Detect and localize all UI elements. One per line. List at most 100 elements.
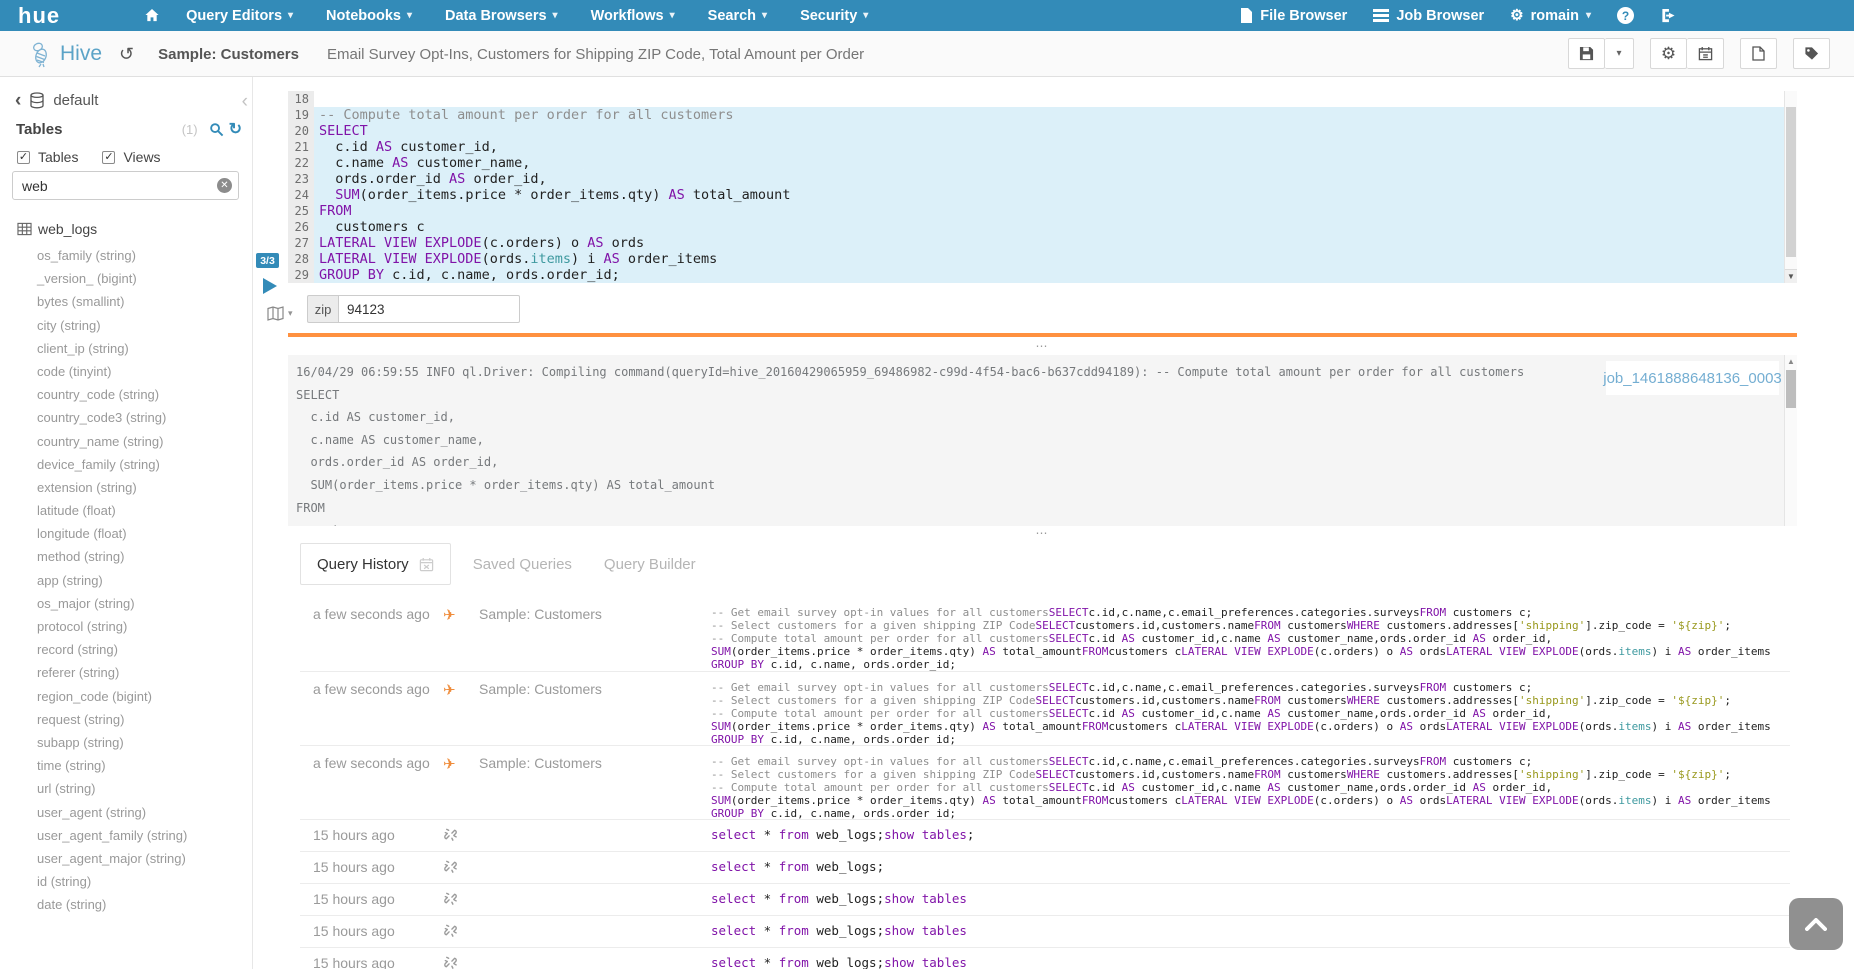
column-item[interactable]: record (string) bbox=[37, 638, 252, 661]
back-button[interactable]: ‹ bbox=[15, 91, 21, 110]
column-item[interactable]: device_family (string) bbox=[37, 453, 252, 476]
sql-token: GROUP BY bbox=[711, 658, 764, 671]
column-item[interactable]: request (string) bbox=[37, 708, 252, 731]
column-item[interactable]: region_code (bigint) bbox=[37, 685, 252, 708]
column-item[interactable]: code (tinyint) bbox=[37, 360, 252, 383]
column-item[interactable]: longitude (float) bbox=[37, 522, 252, 545]
column-item[interactable]: app (string) bbox=[37, 569, 252, 592]
table-name: web_logs bbox=[38, 221, 97, 237]
resize-handle[interactable]: ⋯ bbox=[288, 529, 1797, 539]
resize-handle[interactable]: ⋯ bbox=[288, 342, 1797, 352]
tab-saved-queries[interactable]: Saved Queries bbox=[457, 543, 588, 585]
column-item[interactable]: _version_ (bigint) bbox=[37, 267, 252, 290]
code-line[interactable]: 21 c.id AS customer_id, bbox=[288, 139, 1797, 155]
save-dropdown-button[interactable]: ▾ bbox=[1605, 38, 1634, 69]
new-query-button[interactable] bbox=[1740, 38, 1777, 69]
scroll-down-arrow[interactable]: ▼ bbox=[1785, 269, 1797, 283]
minimap-button[interactable]: ▾ bbox=[267, 306, 293, 321]
logout-button[interactable] bbox=[1660, 8, 1676, 23]
sql-token: FROM bbox=[1254, 768, 1281, 781]
query-history-icon[interactable]: ↺ bbox=[119, 44, 134, 65]
column-item[interactable]: user_agent_major (string) bbox=[37, 847, 252, 870]
file-browser-link[interactable]: File Browser bbox=[1240, 8, 1347, 24]
column-item[interactable]: date (string) bbox=[37, 893, 252, 916]
history-row[interactable]: a few seconds ago✈Sample: Customers-- Ge… bbox=[300, 597, 1790, 671]
code-line[interactable]: 29GROUP BY c.id, c.name, ords.order_id; bbox=[288, 267, 1797, 283]
column-item[interactable]: user_agent_family (string) bbox=[37, 824, 252, 847]
settings-button[interactable]: ⚙ bbox=[1650, 38, 1687, 69]
save-button[interactable] bbox=[1568, 38, 1605, 69]
column-item[interactable]: country_code3 (string) bbox=[37, 406, 252, 429]
history-row[interactable]: 15 hours ago select * from web_logs;show… bbox=[300, 819, 1790, 851]
scrollbar-thumb[interactable] bbox=[1786, 107, 1796, 257]
code-line[interactable]: 22 c.name AS customer_name, bbox=[288, 155, 1797, 171]
column-item[interactable]: extension (string) bbox=[37, 476, 252, 499]
code-line[interactable]: 28LATERAL VIEW EXPLODE(ords.items) i AS … bbox=[288, 251, 1797, 267]
column-item[interactable]: country_code (string) bbox=[37, 383, 252, 406]
column-item[interactable]: subapp (string) bbox=[37, 731, 252, 754]
code-line[interactable]: 24 SUM(order_items.price * order_items.q… bbox=[288, 187, 1797, 203]
statement-counter-badge: 3/3 bbox=[256, 253, 279, 268]
search-toggle-button[interactable] bbox=[209, 122, 224, 137]
menu-data-browsers[interactable]: Data Browsers▾ bbox=[445, 8, 558, 24]
schedule-button[interactable] bbox=[1687, 38, 1724, 69]
log-scrollbar[interactable]: ▲ bbox=[1784, 355, 1797, 526]
history-row[interactable]: a few seconds ago✈Sample: Customers-- Ge… bbox=[300, 745, 1790, 819]
column-item[interactable]: city (string) bbox=[37, 314, 252, 337]
history-row[interactable]: 15 hours ago select * from web_logs;show… bbox=[300, 915, 1790, 947]
scroll-to-top-button[interactable] bbox=[1789, 898, 1843, 950]
help-button[interactable]: ? bbox=[1617, 7, 1634, 24]
column-item[interactable]: id (string) bbox=[37, 870, 252, 893]
column-item[interactable]: country_name (string) bbox=[37, 430, 252, 453]
column-item[interactable]: method (string) bbox=[37, 545, 252, 568]
refresh-button[interactable]: ↻ bbox=[229, 122, 242, 138]
column-item[interactable]: client_ip (string) bbox=[37, 337, 252, 360]
table-item-web-logs[interactable]: web_logs bbox=[17, 221, 97, 237]
editor-scrollbar[interactable]: ▼ bbox=[1784, 91, 1797, 283]
menu-search[interactable]: Search▾ bbox=[708, 8, 767, 24]
table-search-input[interactable] bbox=[12, 171, 239, 200]
code-line[interactable]: 27LATERAL VIEW EXPLODE(c.orders) o AS or… bbox=[288, 235, 1797, 251]
column-item[interactable]: os_family (string) bbox=[37, 244, 252, 267]
clear-search-button[interactable]: ✕ bbox=[217, 178, 232, 193]
scroll-up-arrow[interactable]: ▲ bbox=[1785, 355, 1797, 368]
menu-query-editors[interactable]: Query Editors▾ bbox=[186, 8, 293, 24]
code-line[interactable]: 20SELECT bbox=[288, 123, 1797, 139]
code-line[interactable]: 18 bbox=[288, 91, 1797, 107]
column-item[interactable]: bytes (smallint) bbox=[37, 290, 252, 313]
code-line[interactable]: 25FROM bbox=[288, 203, 1797, 219]
history-row[interactable]: a few seconds ago✈Sample: Customers-- Ge… bbox=[300, 671, 1790, 745]
variable-value-input[interactable] bbox=[338, 295, 520, 323]
menu-notebooks[interactable]: Notebooks▾ bbox=[326, 8, 412, 24]
execute-button[interactable] bbox=[263, 278, 277, 294]
user-menu[interactable]: ⚙ romain ▾ bbox=[1510, 8, 1591, 24]
column-item[interactable]: protocol (string) bbox=[37, 615, 252, 638]
column-item[interactable]: latitude (float) bbox=[37, 499, 252, 522]
code-line[interactable]: 23 ords.order_id AS order_id, bbox=[288, 171, 1797, 187]
job-browser-link[interactable]: Job Browser bbox=[1373, 8, 1484, 24]
menu-security[interactable]: Security▾ bbox=[800, 8, 868, 24]
column-item[interactable]: url (string) bbox=[37, 777, 252, 800]
column-item[interactable]: time (string) bbox=[37, 754, 252, 777]
job-link[interactable]: job_1461888648136_0003 bbox=[1603, 370, 1782, 387]
column-item[interactable]: user_agent (string) bbox=[37, 801, 252, 824]
hue-logo[interactable]: hue bbox=[18, 3, 60, 29]
filter-views-checkbox[interactable]: ✓ Views bbox=[102, 149, 160, 165]
tab-query-builder[interactable]: Query Builder bbox=[588, 543, 712, 585]
filter-tables-checkbox[interactable]: ✓ Tables bbox=[17, 149, 78, 165]
sql-code-editor[interactable]: 1819-- Compute total amount per order fo… bbox=[288, 91, 1797, 283]
database-name[interactable]: default bbox=[53, 92, 98, 109]
home-button[interactable] bbox=[144, 8, 160, 23]
code-line[interactable]: 19-- Compute total amount per order for … bbox=[288, 107, 1797, 123]
column-item[interactable]: referer (string) bbox=[37, 661, 252, 684]
collapse-sidebar-button[interactable]: ‹ bbox=[242, 91, 248, 113]
menu-workflows[interactable]: Workflows▾ bbox=[591, 8, 675, 24]
tags-button[interactable] bbox=[1793, 38, 1830, 69]
history-row[interactable]: 15 hours ago select * from web_logs;show… bbox=[300, 947, 1790, 969]
history-row[interactable]: 15 hours ago select * from web_logs; bbox=[300, 851, 1790, 883]
history-row[interactable]: 15 hours ago select * from web_logs;show… bbox=[300, 883, 1790, 915]
code-line[interactable]: 26 customers c bbox=[288, 219, 1797, 235]
scrollbar-thumb[interactable] bbox=[1786, 370, 1796, 408]
tab-query-history[interactable]: Query History bbox=[300, 543, 451, 585]
column-item[interactable]: os_major (string) bbox=[37, 592, 252, 615]
